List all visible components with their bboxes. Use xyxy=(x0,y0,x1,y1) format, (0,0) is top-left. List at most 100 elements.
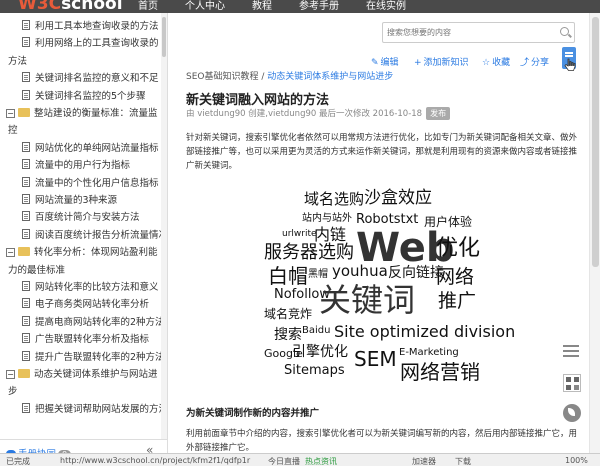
section-paragraph: 利用前面章节中介绍的内容，搜索引擎优化者可以为新关键词编写新的内容，然后用内部链… xyxy=(186,429,578,453)
browser-statusbar: 已完成 http://www.w3cschool.cn/project/kfm2… xyxy=(0,453,600,466)
top-header: W3Cschool 首页 个人中心 教程 参考手册 在线实例 xyxy=(0,0,600,13)
menu-icon[interactable] xyxy=(563,345,579,357)
sidebar-doc-item[interactable]: 广告联盟转化率分析及指标 xyxy=(22,331,149,348)
document-icon xyxy=(22,72,30,83)
breadcrumb: SEO基础知识教程 / 动态关键词体系维护与网站进步 xyxy=(186,69,393,82)
sidebar-item-label: 方法 xyxy=(8,55,28,67)
sidebar-item-label: 广告联盟转化率分析及指标 xyxy=(35,334,150,346)
sidebar-doc-item[interactable]: 阅读百度统计报告分析流量情况 xyxy=(22,227,167,244)
live-broadcast-link[interactable]: 今日直播 xyxy=(268,456,300,466)
feedback-icon[interactable] xyxy=(563,404,581,422)
word-cloud-term: 服务器选购 xyxy=(264,242,354,263)
breadcrumb-root[interactable]: SEO基础知识教程 xyxy=(186,72,258,82)
folder-icon xyxy=(18,108,30,117)
search-input[interactable] xyxy=(387,25,555,40)
collapse-node-icon[interactable]: − xyxy=(6,370,15,379)
folder-icon xyxy=(18,369,30,378)
sidebar-item-wrap[interactable]: 控 xyxy=(8,122,18,139)
word-cloud-term: 推广 xyxy=(438,290,477,312)
hot-news-link[interactable]: 热点资讯 xyxy=(305,456,337,466)
collect-button[interactable]: ☆ 收藏 xyxy=(482,55,510,68)
document-icon xyxy=(22,333,30,344)
site-logo[interactable]: W3Cschool xyxy=(18,0,123,13)
status-url: http://www.w3cschool.cn/project/kfm2f1/q… xyxy=(60,456,251,465)
page-scrollbar[interactable] xyxy=(589,13,600,453)
document-icon xyxy=(22,141,30,152)
sidebar-folder-item[interactable]: − 动态关键词体系维护与网站进 xyxy=(6,366,158,383)
word-cloud-term: 域名选购 xyxy=(304,190,365,208)
sidebar-item-label: 网站流量的3种来源 xyxy=(35,195,118,206)
word-cloud-term: 网络 xyxy=(436,266,475,288)
nav-personal[interactable]: 个人中心 xyxy=(185,0,225,12)
sidebar-doc-item[interactable]: 提高电商网站转化率的2种方法 xyxy=(22,314,165,331)
plus-icon: + xyxy=(414,58,422,68)
collapse-node-icon[interactable]: − xyxy=(6,248,15,258)
pencil-icon: ✎ xyxy=(371,58,379,68)
sidebar-item-label: 网站转化率的比较方法和意义 xyxy=(35,282,159,293)
add-knowledge-button[interactable]: + 添加新知识 xyxy=(414,55,469,68)
word-cloud-term: 域名竞炸 xyxy=(264,307,313,321)
sidebar-doc-item[interactable]: 利用网络上的工具查询收录的 xyxy=(22,35,159,52)
sidebar-doc-item[interactable]: 流量中的个性化用户信息指标 xyxy=(22,175,159,192)
nav-reference[interactable]: 参考手册 xyxy=(299,0,339,12)
sidebar-doc-item[interactable]: 网站优化的单纯网站流量指标 xyxy=(22,140,159,157)
status-text: 已完成 xyxy=(6,457,30,466)
sidebar-folder-item[interactable]: − 整站建设的衡量标准：流量监 xyxy=(6,105,158,122)
document-icon xyxy=(22,228,30,239)
sidebar-doc-item[interactable]: 网站转化率的比较方法和意义 xyxy=(22,279,159,296)
breadcrumb-current[interactable]: 动态关键词体系维护与网站进步 xyxy=(267,72,393,82)
edit-button[interactable]: ✎ 编辑 xyxy=(371,55,399,68)
word-cloud-term: Site optimized division xyxy=(334,322,516,341)
nav-home[interactable]: 首页 xyxy=(138,0,158,12)
nav-examples[interactable]: 在线实例 xyxy=(366,0,406,12)
word-cloud-term: 搜索 xyxy=(274,327,302,343)
intro-paragraph: 针对新关键词，搜索引擎优化者依然可以用常规方法进行优化，比如专门为新关键词配备相… xyxy=(186,133,578,171)
sidebar-item-label: 关键词排名监控的5个步骤 xyxy=(35,90,146,102)
qrcode-icon[interactable] xyxy=(563,374,581,392)
search-icon[interactable] xyxy=(560,27,569,36)
sidebar-scroll-thumb[interactable] xyxy=(162,17,166,57)
document-icon xyxy=(22,176,30,187)
sidebar-doc-item[interactable]: 提升广告联盟转化率的2种方法 xyxy=(22,349,165,366)
word-cloud-term: urlwrite xyxy=(282,229,317,239)
sidebar-doc-item[interactable]: 关键词排名监控的意义和不足 xyxy=(22,70,159,87)
collapse-node-icon[interactable]: − xyxy=(6,109,15,118)
sidebar-doc-item[interactable]: 流量中的用户行为指标 xyxy=(22,157,130,174)
document-icon xyxy=(22,402,30,413)
sidebar-item-label: 力的最佳标准 xyxy=(8,264,66,276)
search-box xyxy=(382,22,575,43)
section-heading: 为新关键词制作新的内容并推广 xyxy=(186,408,320,419)
sidebar-item-wrap[interactable]: 力的最佳标准 xyxy=(8,262,65,279)
sidebar: 利用工具本地查询收录的方法 利用网络上的工具查询收录的方法关键词排名监控的意义和不… xyxy=(0,13,168,466)
publish-button[interactable]: 发布 xyxy=(426,107,451,120)
nav-tutorial[interactable]: 教程 xyxy=(252,0,272,12)
share-button[interactable]: ⤴ 分享 xyxy=(520,55,549,68)
word-cloud-term: Sitemaps xyxy=(284,363,345,378)
accelerator-button[interactable]: 加速器 xyxy=(412,456,436,466)
star-icon: ☆ xyxy=(482,58,491,68)
sidebar-doc-item[interactable]: 利用工具本地查询收录的方法 xyxy=(22,18,159,35)
page-scroll-thumb[interactable] xyxy=(592,17,599,267)
sidebar-doc-item[interactable]: 百度统计简介与安装方法 xyxy=(22,209,140,226)
document-icon xyxy=(22,194,30,204)
sidebar-item-wrap[interactable]: 步 xyxy=(8,383,18,400)
zoom-level[interactable]: 100% xyxy=(565,456,588,465)
download-button[interactable]: 下载 xyxy=(455,456,471,466)
share-icon: ⤴ xyxy=(520,58,530,68)
sidebar-doc-item[interactable]: 把握关键词帮助网站发展的方法 xyxy=(22,401,168,418)
sidebar-doc-item[interactable]: 电子商务类网站转化率分析 xyxy=(22,296,149,313)
sidebar-folder-item[interactable]: − 转化率分析：体现网站盈利能 xyxy=(6,244,158,261)
meta-text: 由 vietdung90 创建,vietdung90 最后一次修改 2016-1… xyxy=(186,109,423,119)
sidebar-scrollbar[interactable] xyxy=(161,13,167,439)
word-cloud-term: youhua xyxy=(332,262,388,280)
main-content: ✎编辑 +添加新知识 ☆收藏 ⤴分享 SEO基础知识教程 / 动态关键词体系维护… xyxy=(169,13,589,453)
sidebar-item-label: 把握关键词帮助网站发展的方法 xyxy=(35,403,168,415)
sidebar-doc-item[interactable]: 关键词排名监控的5个步骤 xyxy=(22,88,146,105)
sidebar-doc-item[interactable]: 网站流量的3种来源 xyxy=(22,192,117,209)
sidebar-item-label: 转化率分析：体现网站盈利能 xyxy=(34,247,158,259)
sidebar-item-wrap[interactable]: 方法 xyxy=(8,53,27,70)
word-cloud-term: 黑帽 xyxy=(308,269,328,280)
document-icon xyxy=(22,350,30,361)
document-icon xyxy=(22,315,30,326)
sidebar-item-label: 提高电商网站转化率的2种方法 xyxy=(35,316,165,328)
